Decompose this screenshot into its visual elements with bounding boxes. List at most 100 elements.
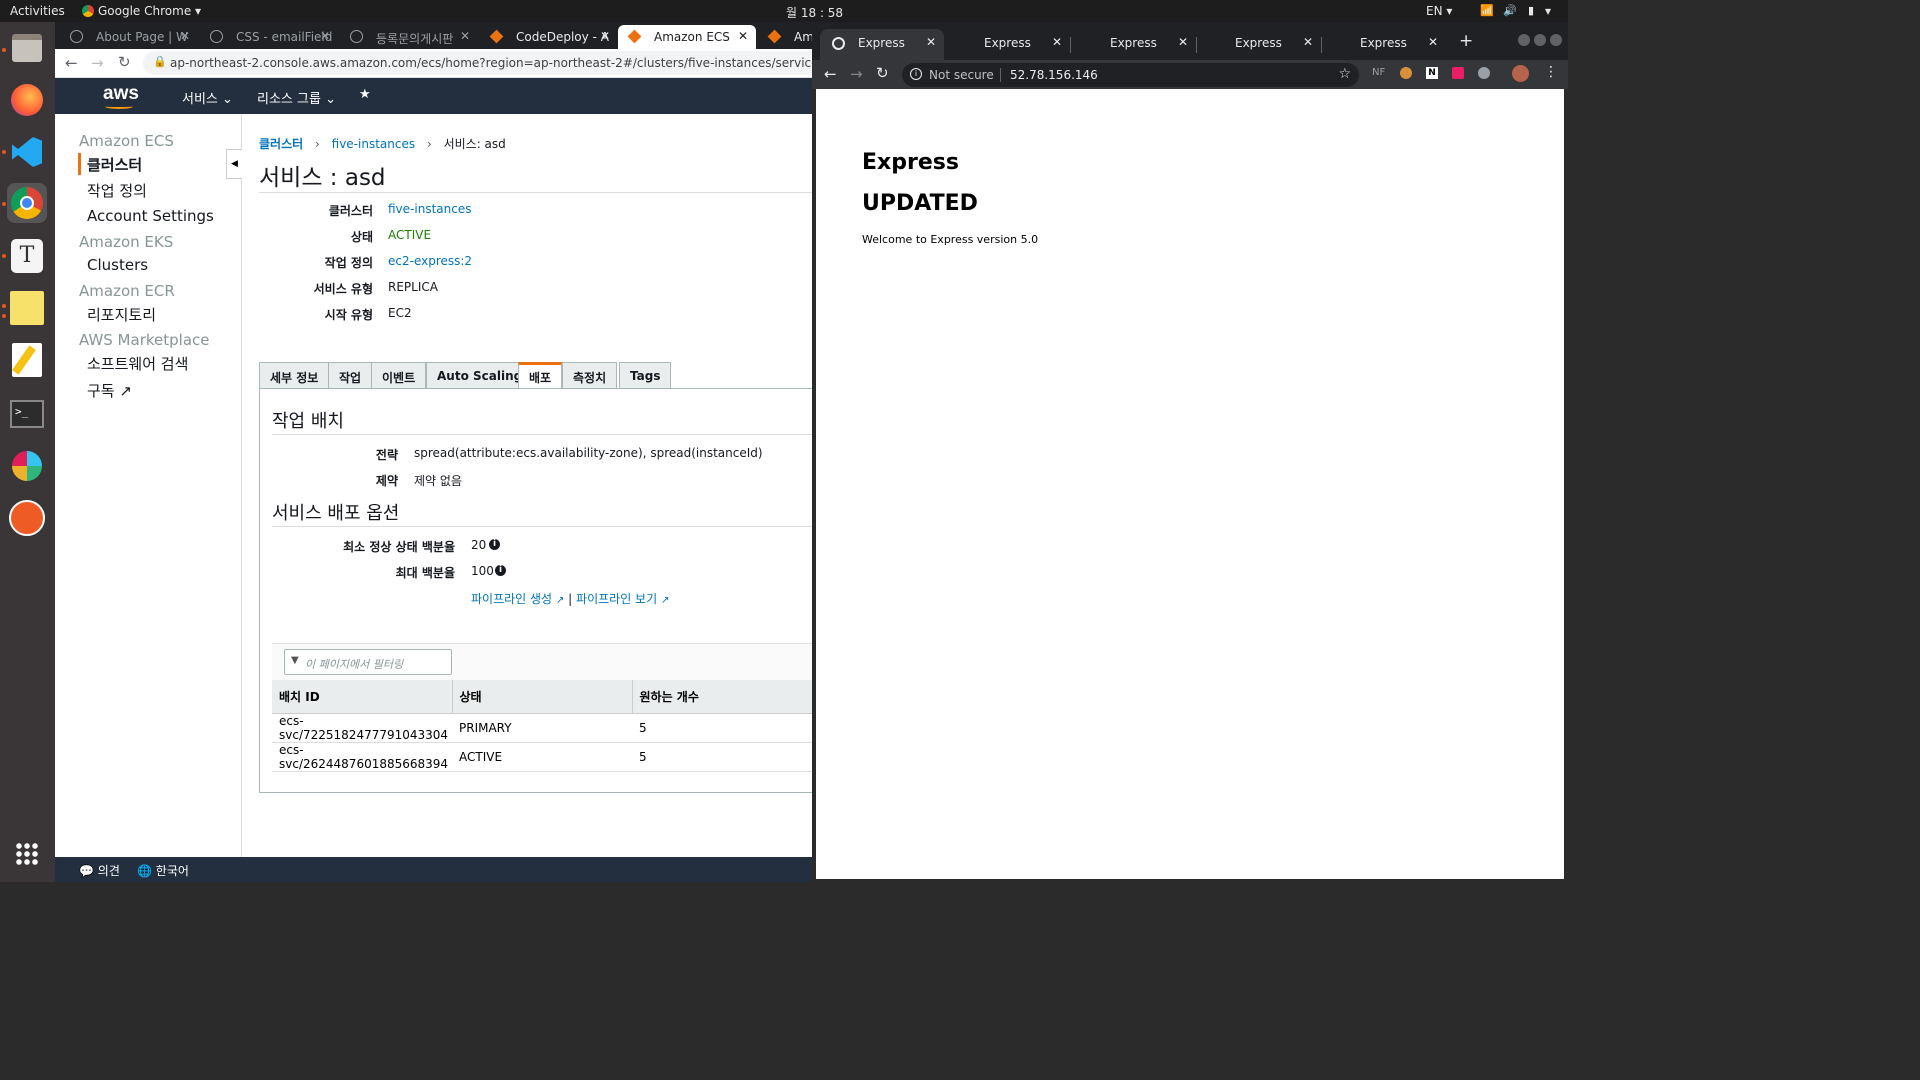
tab-amazon-ecs[interactable]: Amazon ECS ✕ — [618, 25, 756, 49]
clock[interactable]: 월 18 : 58 — [786, 4, 843, 21]
sidebar-header-eks[interactable]: Amazon EKS — [79, 233, 173, 251]
extension-nf[interactable]: NF — [1372, 67, 1385, 78]
col-deployment-id[interactable]: 배치 ID — [272, 680, 453, 713]
tab-amazon-more[interactable]: Ama — [758, 25, 812, 49]
reload-icon[interactable]: ↻ — [876, 64, 889, 82]
app-menu[interactable]: Google Chrome ▾ — [82, 4, 201, 18]
sticky-notes-icon[interactable] — [7, 288, 47, 328]
close-tab-icon[interactable]: ✕ — [1052, 35, 1062, 49]
text-editor-icon[interactable] — [7, 340, 47, 380]
tab-board[interactable]: 등록문의게시판 ✕ — [340, 25, 478, 49]
close-tab-icon[interactable]: ✕ — [926, 35, 936, 49]
chrome-dock-icon[interactable] — [7, 183, 47, 223]
info-circle-icon[interactable]: i — [910, 68, 922, 80]
bookmark-star-icon[interactable]: ☆ — [1338, 66, 1351, 82]
sidebar-header-marketplace[interactable]: AWS Marketplace — [79, 331, 209, 349]
sidebar-header-ecr[interactable]: Amazon ECR — [79, 282, 175, 300]
view-pipeline-link[interactable]: 파이프라인 보기 ↗ — [576, 592, 669, 606]
url-field[interactable]: i Not secure 52.78.156.146 ☆ — [902, 63, 1359, 87]
create-pipeline-link[interactable]: 파이프라인 생성 ↗ — [471, 592, 564, 606]
battery-icon[interactable]: ▮ — [1528, 4, 1534, 17]
reload-icon[interactable]: ↻ — [118, 53, 131, 71]
profile-avatar[interactable] — [1512, 65, 1529, 82]
firefox-icon[interactable] — [7, 80, 47, 120]
tab-express-5[interactable]: Express ✕ — [1322, 29, 1446, 60]
close-window-icon[interactable] — [1550, 34, 1562, 46]
terminal-icon[interactable]: >_ — [7, 394, 47, 434]
lock-icon[interactable]: 🔒 — [153, 55, 167, 68]
close-tab-icon[interactable]: ✕ — [320, 29, 330, 43]
close-tab-icon[interactable]: ✕ — [180, 29, 190, 43]
collapse-sidebar-button[interactable]: ◀ — [226, 149, 242, 179]
tab-deployments[interactable]: 배포 — [518, 362, 563, 390]
url-text: 52.78.156.146 — [1010, 68, 1098, 82]
close-tab-icon[interactable]: ✕ — [738, 29, 748, 43]
wifi-icon[interactable]: 📶 — [1480, 4, 1494, 17]
resource-groups-menu[interactable]: 리소스 그룹 ⌄ — [257, 88, 336, 107]
language-selector[interactable]: 🌐 한국어 — [137, 862, 189, 879]
typora-icon[interactable]: T — [7, 236, 47, 276]
grey-extension-icon[interactable] — [1478, 67, 1490, 79]
postman-icon[interactable] — [7, 498, 47, 538]
volume-icon[interactable]: 🔊 — [1503, 4, 1517, 17]
sidebar-item-software-search[interactable]: 소프트웨어 검색 — [87, 353, 188, 374]
minimize-icon[interactable] — [1518, 34, 1530, 46]
sidebar-header-ecs[interactable]: Amazon ECS — [79, 132, 174, 150]
forward-icon[interactable]: → — [850, 65, 863, 83]
tab-metrics[interactable]: 측정치 — [562, 362, 618, 389]
maximize-icon[interactable] — [1534, 34, 1546, 46]
url-field[interactable]: 🔒 ap-northeast-2.console.aws.amazon.com/… — [143, 51, 812, 75]
aws-logo[interactable]: aws — [103, 83, 139, 105]
tab-express-2[interactable]: Express ✕ — [946, 29, 1071, 60]
sidebar-item-eks-clusters[interactable]: Clusters — [87, 256, 148, 274]
cookie-extension-icon[interactable] — [1400, 67, 1412, 79]
close-tab-icon[interactable]: ✕ — [460, 29, 470, 43]
notion-extension-icon[interactable]: N — [1426, 67, 1438, 79]
back-icon[interactable]: ← — [65, 54, 78, 72]
system-menu-chevron-icon[interactable]: ▾ — [1545, 4, 1551, 18]
info-icon[interactable]: i — [495, 565, 506, 576]
detail-cluster-link[interactable]: five-instances — [388, 202, 471, 216]
vscode-icon[interactable] — [7, 132, 47, 172]
sidebar-item-account-settings[interactable]: Account Settings — [87, 207, 214, 225]
info-icon[interactable]: i — [489, 539, 500, 550]
pin-icon[interactable]: ★ — [359, 87, 371, 102]
tab-express-1[interactable]: Express ✕ — [820, 29, 944, 60]
activities-button[interactable]: Activities — [10, 4, 65, 18]
tab-tasks[interactable]: 작업 — [328, 362, 373, 389]
tab-css-email[interactable]: CSS - emailField ✕ — [200, 25, 338, 49]
breadcrumb-clusters[interactable]: 클러스터 — [259, 137, 303, 151]
tab-express-3[interactable]: Express ✕ — [1072, 29, 1197, 60]
detail-launch-type-label: 시작 유형 — [324, 308, 373, 322]
detail-taskdef-link[interactable]: ec2-express:2 — [388, 254, 472, 268]
files-icon[interactable] — [7, 28, 47, 68]
close-tab-icon[interactable]: ✕ — [600, 29, 610, 43]
tab-about-page[interactable]: About Page | W ✕ — [60, 25, 198, 49]
filter-input[interactable]: ▼ 이 페이지에서 필터링 — [284, 649, 452, 675]
back-icon[interactable]: ← — [824, 65, 837, 83]
forward-icon[interactable]: → — [91, 54, 104, 72]
sidebar-item-clusters[interactable]: 클러스터 — [87, 154, 142, 175]
tab-express-4[interactable]: Express ✕ — [1197, 29, 1322, 60]
close-tab-icon[interactable]: ✕ — [1303, 35, 1313, 49]
tab-tags[interactable]: Tags — [619, 362, 672, 389]
tab-events[interactable]: 이벤트 — [371, 362, 427, 389]
show-applications-icon[interactable] — [7, 834, 47, 874]
sidebar-item-repositories[interactable]: 리포지토리 — [87, 304, 156, 325]
tab-details[interactable]: 세부 정보 — [259, 362, 330, 389]
language-indicator[interactable]: EN ▾ — [1426, 4, 1452, 18]
sidebar-item-subscriptions[interactable]: 구독 ↗ — [87, 380, 132, 401]
new-tab-icon[interactable]: + — [1459, 31, 1473, 51]
col-status[interactable]: 상태 — [452, 680, 633, 713]
sidebar-item-task-definitions[interactable]: 작업 정의 — [87, 180, 147, 201]
close-tab-icon[interactable]: ✕ — [1178, 35, 1188, 49]
col-desired-count[interactable]: 원하는 개수 — [632, 680, 812, 713]
feedback-link[interactable]: 💬 의견 — [79, 862, 120, 879]
tab-codedeploy[interactable]: CodeDeploy - A ✕ — [480, 25, 618, 49]
close-tab-icon[interactable]: ✕ — [1428, 35, 1438, 49]
services-menu[interactable]: 서비스 ⌄ — [182, 88, 233, 107]
breadcrumb-cluster[interactable]: five-instances — [332, 137, 415, 151]
pink-extension-icon[interactable] — [1452, 67, 1464, 79]
chrome-menu-icon[interactable]: ⋮ — [1544, 64, 1558, 80]
slack-icon[interactable] — [7, 446, 47, 486]
